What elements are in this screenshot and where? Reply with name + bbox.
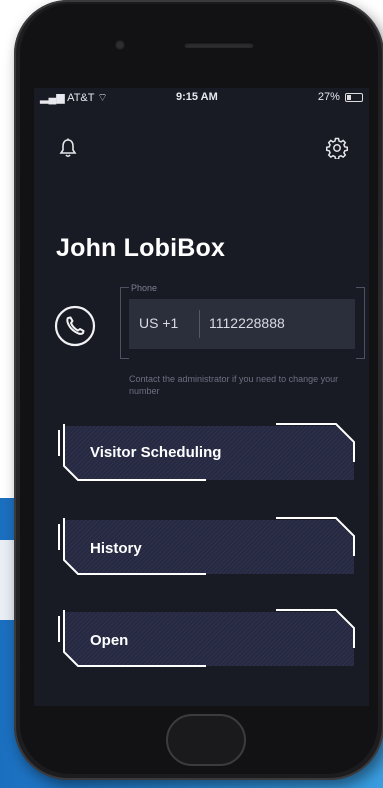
phone-field-label: Phone	[131, 283, 158, 293]
battery-icon	[345, 92, 363, 102]
visitor-scheduling-button[interactable]: Visitor Scheduling	[56, 422, 356, 484]
home-button[interactable]	[166, 714, 246, 766]
battery-percent: 27%	[317, 91, 340, 103]
bell-icon	[59, 138, 77, 158]
settings-button[interactable]	[325, 137, 349, 164]
history-button[interactable]: History	[56, 516, 356, 578]
call-button[interactable]	[54, 305, 96, 347]
front-camera	[115, 40, 125, 50]
earpiece-speaker	[184, 42, 254, 48]
status-bar: ▂▄▆ AT&T ⌔ 9:15 AM 27%	[34, 88, 369, 106]
wifi-icon: ⌔	[97, 92, 108, 104]
country-code[interactable]: US +1	[139, 315, 178, 331]
history-label: History	[90, 540, 142, 557]
phone-icon	[54, 305, 96, 347]
signal-icon: ▂▄▆	[40, 92, 68, 104]
notifications-button[interactable]	[59, 138, 77, 163]
visitor-scheduling-label: Visitor Scheduling	[90, 444, 222, 461]
field-bracket-right	[356, 287, 365, 359]
app-screen: ▂▄▆ AT&T ⌔ 9:15 AM 27% John LobiBox Phon…	[34, 88, 369, 706]
phone-number-field[interactable]: US +1 1112228888	[129, 299, 355, 349]
field-divider	[199, 310, 200, 338]
gear-icon	[325, 137, 349, 160]
phone-change-note: Contact the administrator if you need to…	[129, 374, 339, 396]
user-name: John LobiBox	[56, 234, 226, 262]
carrier-status: ▂▄▆ AT&T ⌔	[40, 91, 108, 105]
battery-status: 27%	[318, 91, 363, 103]
phone-number: 1112228888	[209, 315, 285, 331]
carrier-label: AT&T	[67, 92, 95, 104]
field-bracket-left	[120, 287, 129, 359]
status-time: 9:15 AM	[176, 91, 218, 103]
open-button[interactable]: Open	[56, 608, 356, 670]
open-label: Open	[90, 632, 129, 649]
